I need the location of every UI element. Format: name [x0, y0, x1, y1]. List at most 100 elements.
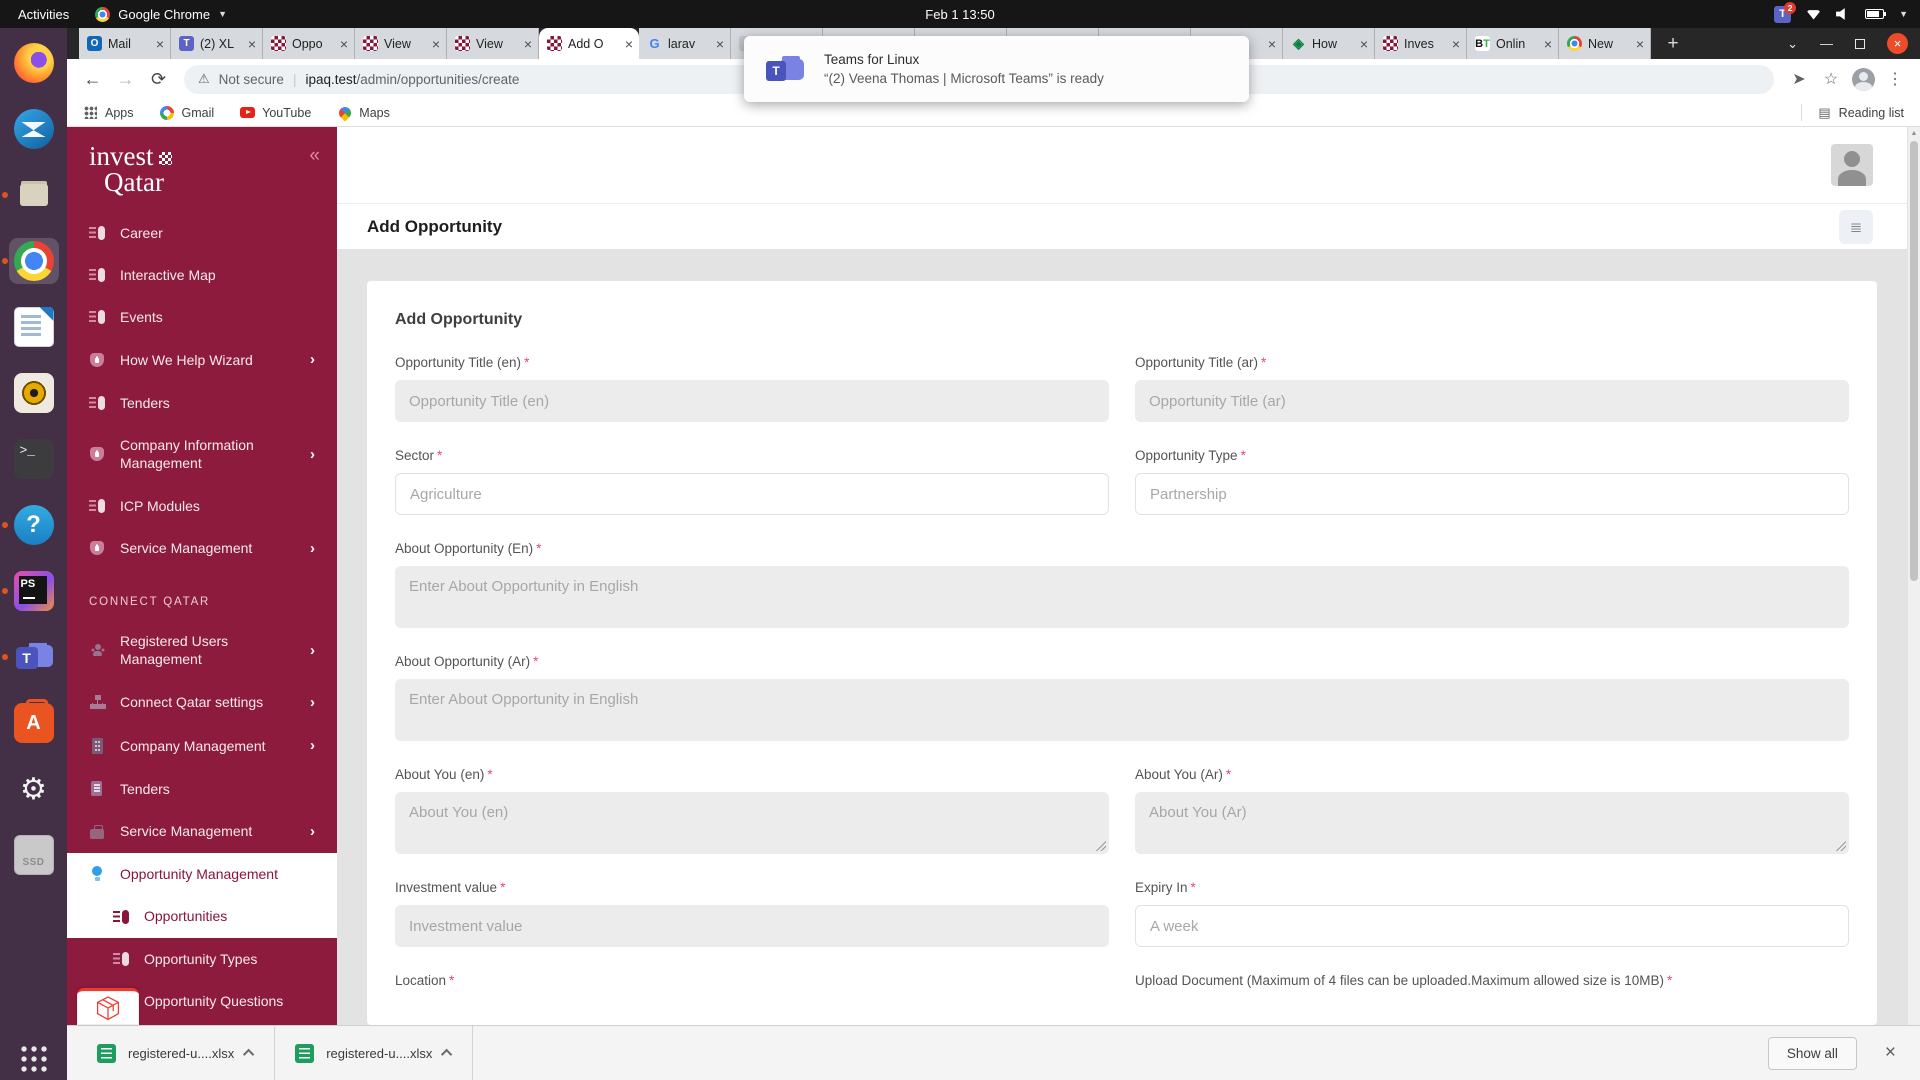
invest-qatar-logo[interactable]: invest Qatar	[89, 143, 172, 196]
tab[interactable]: Oppo ×	[263, 28, 355, 59]
url-text[interactable]: ipaq.test/admin/opportunities/create	[305, 72, 519, 87]
page-scrollbar[interactable]: ▲	[1907, 127, 1920, 1025]
app-menu[interactable]: Google Chrome ▼	[95, 6, 227, 22]
tab-close-icon[interactable]: ×	[1360, 37, 1368, 51]
laravel-debugbar-toggle[interactable]	[77, 988, 139, 1025]
show-all-button[interactable]: Show all	[1767, 1036, 1857, 1070]
tab-close-icon[interactable]: ×	[1268, 37, 1276, 51]
dock-item-phpstorm[interactable]	[9, 568, 59, 614]
dock-item-chrome[interactable]	[8, 238, 59, 284]
dock-item-help[interactable]	[9, 502, 59, 548]
tab-close-icon[interactable]: ×	[625, 37, 633, 51]
user-avatar[interactable]	[1831, 144, 1873, 186]
dock-item-writer[interactable]	[9, 304, 59, 350]
input-sector[interactable]: Agriculture	[395, 473, 1109, 515]
sidebar-item-icp-modules[interactable]: ICP Modules	[67, 485, 337, 527]
input-expiry-in[interactable]: A week	[1135, 905, 1849, 947]
tab-close-icon[interactable]: ×	[340, 37, 348, 51]
bookmark-apps[interactable]: Apps	[83, 105, 134, 120]
sidebar-item-service-management[interactable]: Service Management ›	[67, 527, 337, 571]
sidebar-item-events[interactable]: Events	[67, 296, 337, 338]
dock-item-ssd[interactable]	[9, 832, 59, 878]
sidebar-item-career[interactable]: Career	[67, 212, 337, 254]
dock-item-files[interactable]	[9, 172, 59, 218]
textarea-about-opportunity-en-[interactable]: Enter About Opportunity in English	[395, 566, 1849, 628]
teams-tray-icon[interactable]: T 2	[1774, 1, 1797, 23]
sidebar-item-interactive-map[interactable]: Interactive Map	[67, 254, 337, 296]
dock-item-software[interactable]	[9, 699, 59, 746]
download-item[interactable]: registered-u....xlsx	[275, 1026, 474, 1080]
kebab-menu-icon[interactable]: ⋮	[1880, 64, 1910, 94]
share-icon[interactable]: ➤	[1784, 64, 1814, 94]
tab[interactable]: B T Onlin ×	[1467, 28, 1559, 59]
tab-close-icon[interactable]: ×	[1452, 37, 1460, 51]
list-view-button[interactable]: ≣	[1839, 209, 1873, 244]
sidebar-item-tenders[interactable]: Tenders	[67, 768, 337, 810]
maximize-button[interactable]	[1855, 38, 1865, 49]
dock-item-thunderbird[interactable]	[9, 106, 59, 152]
chevron-up-icon[interactable]	[243, 1048, 255, 1061]
dock-item-settings[interactable]	[9, 766, 59, 812]
back-button[interactable]: ←	[77, 64, 108, 95]
sidebar-item-registered-users-management[interactable]: Registered Users Management ›	[67, 620, 337, 680]
bookmark-star-icon[interactable]: ☆	[1816, 64, 1846, 94]
tab-close-icon[interactable]: ×	[716, 37, 724, 51]
input-opportunity-title-en-[interactable]: Opportunity Title (en)	[395, 380, 1109, 422]
dock-item-teams[interactable]	[9, 634, 59, 680]
new-tab-button[interactable]: +	[1659, 30, 1687, 58]
chevron-up-icon[interactable]	[441, 1048, 453, 1061]
tab-close-icon[interactable]: ×	[432, 37, 440, 51]
profile-avatar-icon[interactable]	[1848, 64, 1878, 94]
scroll-up-arrow[interactable]: ▲	[1908, 127, 1920, 140]
input-investment-value[interactable]: Investment value	[395, 905, 1109, 947]
tab[interactable]: View ×	[355, 28, 447, 59]
tab-close-icon[interactable]: ×	[248, 37, 256, 51]
tab[interactable]: O Mail ×	[79, 28, 171, 59]
sidebar-item-connect-qatar-settings[interactable]: Connect Qatar settings ›	[67, 681, 337, 725]
tab[interactable]: Glarav ×	[639, 28, 731, 59]
tab[interactable]: T (2) XL ×	[171, 28, 263, 59]
input-opportunity-type[interactable]: Partnership	[1135, 473, 1849, 515]
download-item[interactable]: registered-u....xlsx	[77, 1026, 276, 1080]
system-tray[interactable]: T 2 ▼	[1774, 1, 1920, 23]
sidebar-item-opportunities[interactable]: Opportunities	[67, 895, 337, 938]
clock[interactable]: Feb 1 13:50	[925, 7, 994, 22]
tab-close-icon[interactable]: ×	[1544, 37, 1552, 51]
minimize-button[interactable]: —	[1820, 37, 1833, 50]
sidebar-item-company-information-management[interactable]: Company Information Management ›	[67, 424, 337, 484]
sidebar-item-tenders[interactable]: Tenders	[67, 382, 337, 424]
reading-list-button[interactable]: ▤ Reading list	[1801, 104, 1904, 121]
close-downloads-icon[interactable]: ×	[1885, 1042, 1896, 1064]
sidebar-item-opportunity-management[interactable]: Opportunity Management	[67, 853, 337, 896]
tab-close-icon[interactable]: ×	[1636, 37, 1644, 51]
tab-active[interactable]: Add O ×	[539, 28, 639, 59]
dock-item-firefox[interactable]	[9, 40, 59, 86]
app-grid-button[interactable]	[20, 1046, 47, 1072]
textarea-about-opportunity-ar-[interactable]: Enter About Opportunity in English	[395, 679, 1849, 741]
bookmark-youtube[interactable]: YouTube	[240, 105, 311, 120]
tab-close-icon[interactable]: ×	[156, 37, 164, 51]
close-window-button[interactable]: ×	[1887, 33, 1908, 54]
sidebar-collapse-button[interactable]: «	[309, 145, 319, 196]
window-chevron-icon[interactable]: ⌄	[1787, 37, 1798, 50]
textarea-about-you-ar-[interactable]: About You (Ar)	[1135, 792, 1849, 854]
tab[interactable]: New ×	[1559, 28, 1651, 59]
dock-item-terminal[interactable]	[9, 436, 59, 482]
activities-button[interactable]: Activities	[18, 7, 69, 22]
sidebar-item-opportunity-types[interactable]: Opportunity Types	[67, 938, 337, 980]
tab[interactable]: Inves ×	[1375, 28, 1467, 59]
bookmark-maps[interactable]: Maps	[336, 104, 390, 121]
bookmark-gmail[interactable]: Gmail	[160, 105, 214, 120]
teams-notification-toast[interactable]: Teams for Linux “(2) Veena Thomas | Micr…	[744, 36, 1249, 102]
tab-close-icon[interactable]: ×	[524, 37, 532, 51]
dock-item-rhythmbox[interactable]	[9, 370, 59, 416]
sidebar-item-company-management[interactable]: Company Management ›	[67, 724, 337, 768]
scrollbar-thumb[interactable]	[1910, 141, 1918, 581]
tab[interactable]: ◈ How ×	[1283, 28, 1375, 59]
reload-button[interactable]: ⟳	[143, 64, 174, 95]
input-opportunity-title-ar-[interactable]: Opportunity Title (ar)	[1135, 380, 1849, 422]
not-secure-icon[interactable]: ⚠	[198, 71, 210, 87]
sidebar-item-service-management[interactable]: Service Management ›	[67, 810, 337, 854]
sidebar-item-how-we-help-wizard[interactable]: How We Help Wizard ›	[67, 338, 337, 382]
textarea-about-you-en-[interactable]: About You (en)	[395, 792, 1109, 854]
